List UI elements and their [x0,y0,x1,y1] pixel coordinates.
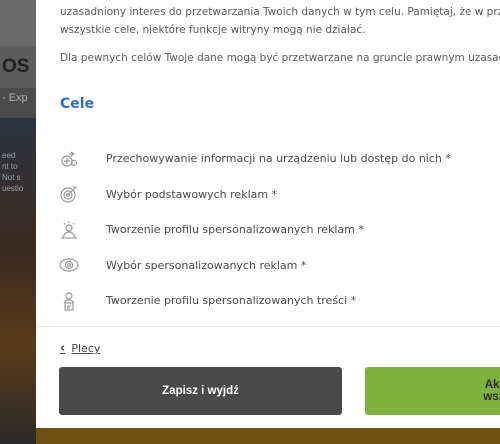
chevron-left-icon: ‹ [60,341,66,356]
purpose-label: Tworzenie profilu spersonalizowanych rek… [106,223,364,237]
legal-basis-text: Dla pewnych celów Twoje dane mogą być pr… [60,52,500,64]
purpose-item-storage[interactable]: Przechowywanie informacji na urządzeniu … [58,141,451,177]
target-icon [58,183,80,205]
back-label: Plecy [71,342,101,355]
intro-line: wszystkie cele, niektóre funkcje witryny… [60,24,366,36]
back-link[interactable]: ‹ Plecy [60,341,100,356]
purpose-label: Przechowywanie informacji na urządzeniu … [106,152,451,166]
intro-text: uzasadniony interes do przetwarzania Two… [60,3,500,39]
consent-modal: uzasadniony interes do przetwarzania Two… [36,0,500,428]
intro-line: uzasadniony interes do przetwarzania Two… [60,6,500,18]
background-footer-strip [36,428,500,444]
section-title-purposes: Cele [60,96,95,112]
background-hero-text: eed nt to Not s uestio [2,151,24,193]
profile-ads-icon [58,219,80,241]
background-breadcrumb: - Exp [2,92,28,104]
purpose-label: Wybór spersonalizowanych reklam * [106,258,307,272]
profile-content-icon [58,290,80,312]
purpose-item-profile-ads[interactable]: Tworzenie profilu spersonalizowanych rek… [58,212,451,248]
eye-target-icon [58,254,80,276]
purpose-label: Tworzenie profilu spersonalizowanych tre… [106,294,357,308]
background-header [0,0,36,46]
purpose-item-basic-ads[interactable]: Wybór podstawowych reklam * [58,177,451,213]
accept-all-button[interactable]: Akceptuj wszystko [365,367,500,415]
footer-divider [36,326,500,327]
purpose-item-profile-content[interactable]: Tworzenie profilu spersonalizowanych tre… [58,283,451,319]
device-storage-icon [58,148,80,170]
purpose-list: Przechowywanie informacji na urządzeniu … [58,141,451,319]
consent-scroll-area[interactable]: uzasadniony interes do przetwarzania Two… [36,0,500,326]
purpose-item-personal-ads[interactable]: Wybór spersonalizowanych reklam * [58,248,451,284]
purpose-label: Wybór podstawowych reklam * [106,187,278,201]
save-and-exit-button[interactable]: Zapisz i wyjdź [59,367,342,415]
background-logo: OS [2,56,30,77]
